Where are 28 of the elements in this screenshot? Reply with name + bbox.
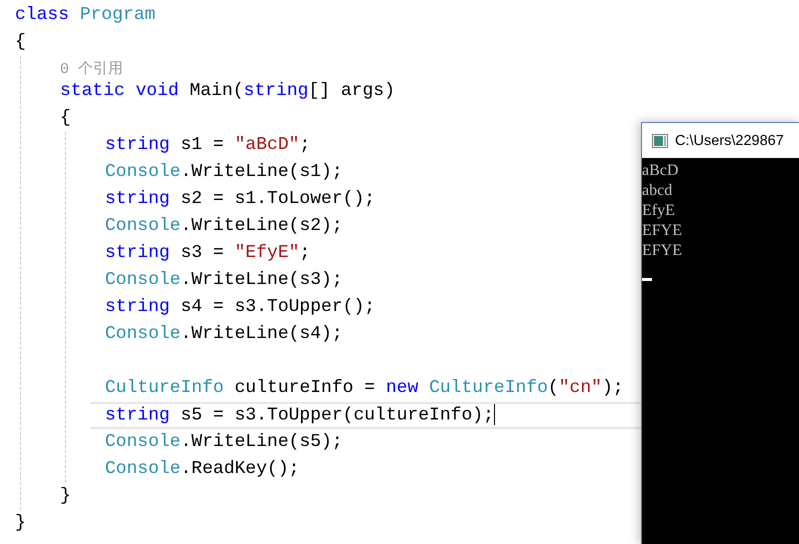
console-output-line: EfyE [642,201,675,221]
code-line: string s3 = "EfyE"; [105,243,310,263]
code-line: { [60,108,71,128]
code-line: string s4 = s3.ToUpper(); [105,297,376,317]
code-line: string s1 = "aBcD"; [105,135,310,155]
text-caret [494,404,495,425]
console-cursor [642,278,652,281]
code-line: string s5 = s3.ToUpper(cultureInfo); [105,405,494,426]
console-output-line: aBcD [642,161,678,181]
code-line: static void Main(string[] args) [60,81,395,101]
code-line: class Program [15,5,156,25]
code-line: Console.WriteLine(s3); [105,270,343,290]
console-icon [652,134,668,148]
code-line: Console.WriteLine(s2); [105,216,343,236]
console-output-line: EFYE [642,221,682,241]
reference-count[interactable]: 0 个引用 [60,61,124,78]
code-line: CultureInfo cultureInfo = new CultureInfo("cn"); [105,378,624,398]
code-line: Console.ReadKey(); [105,459,300,479]
code-line: } [60,486,71,506]
code-line: string s2 = s1.ToLower(); [105,189,376,209]
console-output-line: EFYE [642,241,682,261]
code-line: { [15,32,26,52]
code-line: Console.WriteLine(s1); [105,162,343,182]
console-output-line: abcd [642,181,672,201]
code-line: Console.WriteLine(s4); [105,324,343,344]
console-title: C:\Users\229867 [675,132,784,148]
code-line: } [15,513,26,533]
code-line: Console.WriteLine(s5); [105,432,343,452]
